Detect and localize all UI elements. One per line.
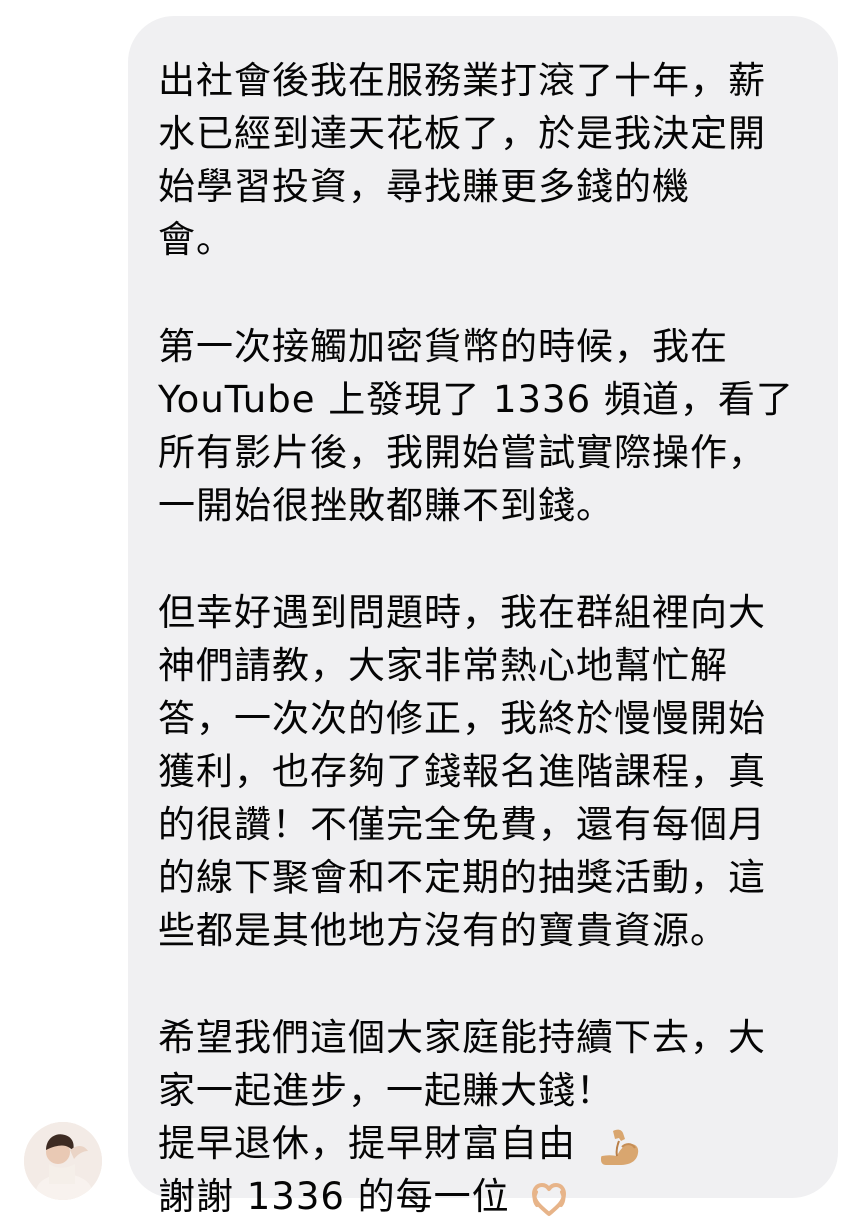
message-line: 些都是其他地方沒有的寶貴資源。 [158, 909, 728, 952]
message-line-text: 謝謝 1336 的每一位 [158, 1175, 510, 1218]
message-line: 所有影片後，我開始嘗試實際操作， [158, 431, 766, 474]
message-paragraph: 希望我們這個大家庭能持續下去，大 家一起進步，一起賺大錢！ 提早退休，提早財富自… [158, 1011, 812, 1223]
message-line: 出社會後我在服務業打滾了十年，薪 [158, 59, 766, 102]
message-paragraph: 但幸好遇到問題時，我在群組裡向大 神們請教，大家非常熱心地幫忙解 答，一次次的修… [158, 586, 812, 957]
avatar-photo [24, 1122, 102, 1200]
message-line: 一開始很挫敗都賺不到錢。 [158, 484, 614, 527]
message-line: 會。 [158, 218, 234, 261]
sender-avatar[interactable] [24, 1122, 102, 1200]
message-line: 答，一次次的修正，我終於慢慢開始 [158, 697, 766, 740]
message-paragraph: 出社會後我在服務業打滾了十年，薪 水已經到達天花板了，於是我決定開 始學習投資，… [158, 54, 812, 266]
message-line: 希望我們這個大家庭能持續下去，大 [158, 1016, 766, 1059]
message-line: 謝謝 1336 的每一位 [158, 1170, 812, 1223]
message-line: 但幸好遇到問題時，我在群組裡向大 [158, 591, 766, 634]
message-line: 家一起進步，一起賺大錢！ [158, 1069, 614, 1112]
message-line-text: 提早退休，提早財富自由 [158, 1122, 576, 1165]
message-line: 始學習投資，尋找賺更多錢的機 [158, 165, 690, 208]
message-line: 的很讚！不僅完全免費，還有每個月 [158, 803, 766, 846]
message-paragraph: 第一次接觸加密貨幣的時候，我在 YouTube 上發現了 1336 頻道，看了 … [158, 320, 812, 532]
message-line: 的線下聚會和不定期的抽獎活動，這 [158, 856, 766, 899]
message-line: 神們請教，大家非常熱心地幫忙解 [158, 644, 728, 687]
message-bubble[interactable]: 出社會後我在服務業打滾了十年，薪 水已經到達天花板了，於是我決定開 始學習投資，… [128, 16, 838, 1218]
message-line: YouTube 上發現了 1336 頻道，看了 [158, 378, 794, 421]
message-line: 第一次接觸加密貨幣的時候，我在 [158, 325, 728, 368]
message-line: 水已經到達天花板了，於是我決定開 [158, 112, 766, 155]
message-line: 提早退休，提早財富自由 [158, 1117, 812, 1170]
heart-hands-icon [532, 1182, 567, 1216]
message-line: 獲利，也存夠了錢報名進階課程，真 [158, 750, 766, 793]
flexed-biceps-icon [600, 1129, 638, 1165]
